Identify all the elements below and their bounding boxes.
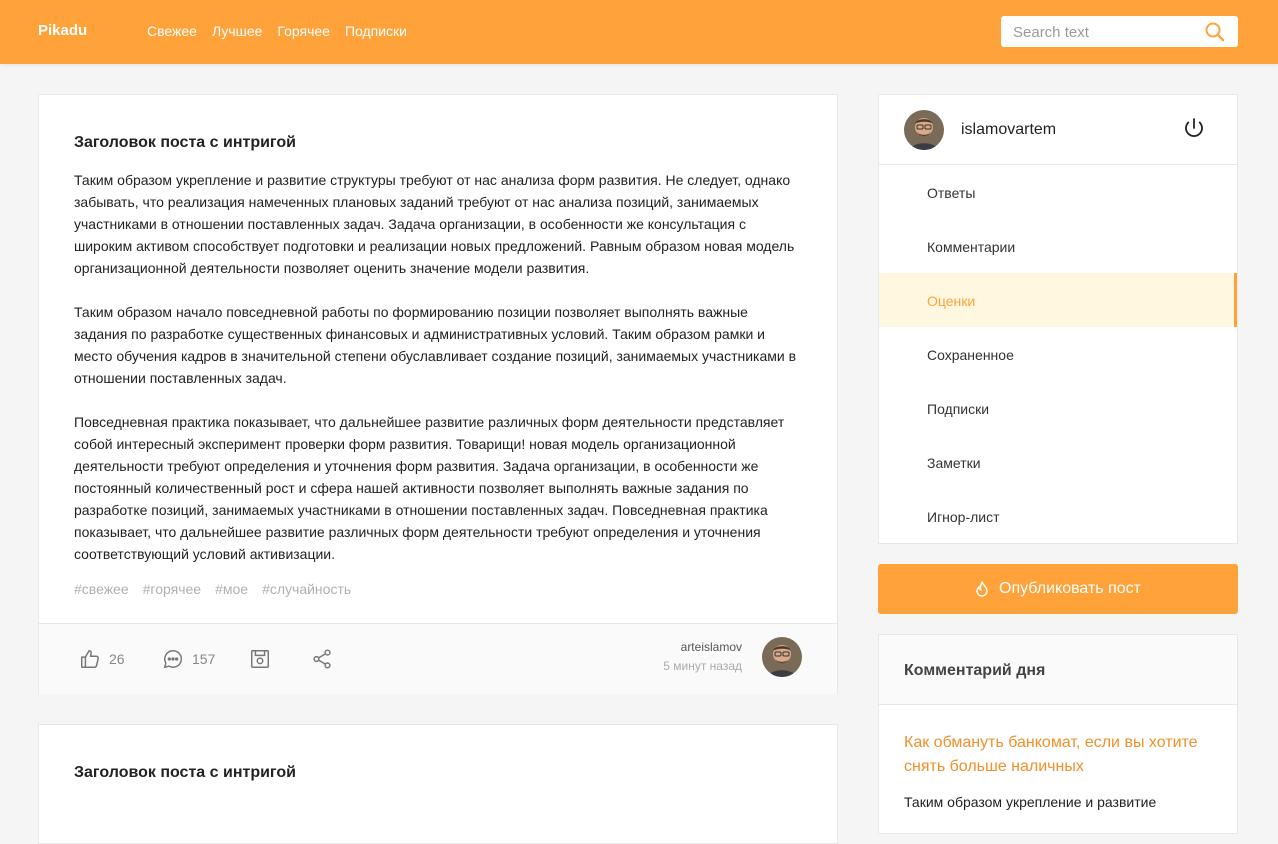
post-body: Таким образом укрепление и развитие стру… <box>74 169 804 587</box>
search-input[interactable] <box>1013 22 1193 42</box>
comments-button[interactable]: 157 <box>162 648 215 670</box>
nav-fresh[interactable]: Свежее <box>147 23 197 39</box>
comment-of-day-panel: Комментарий дня Как обмануть банкомат, е… <box>878 634 1238 834</box>
post-title[interactable]: Заголовок поста с интригой <box>74 764 296 782</box>
comment-icon <box>163 650 183 669</box>
post-title[interactable]: Заголовок поста с интригой <box>74 134 296 152</box>
fire-icon <box>976 581 988 597</box>
menu-item-comments[interactable]: Комментарии <box>879 219 1237 273</box>
avatar[interactable] <box>904 110 944 150</box>
menu-item-label: Ответы <box>927 185 976 201</box>
menu-item-label: Сохраненное <box>927 347 1014 363</box>
post-card: Заголовок поста с интригой <box>38 724 838 844</box>
search-icon[interactable] <box>1204 21 1226 43</box>
profile-header: islamovartem <box>879 95 1237 165</box>
post-author: arteislamov 5 минут назад <box>663 640 742 673</box>
menu-item-label: Игнор-лист <box>927 509 1000 525</box>
post-paragraph: Повседневная практика показывает, что да… <box>74 414 785 562</box>
avatar[interactable] <box>762 637 802 677</box>
share-icon <box>313 649 331 669</box>
nav-subscriptions[interactable]: Подписки <box>345 23 407 39</box>
tag-link[interactable]: #горячее <box>143 581 201 597</box>
menu-item-label: Подписки <box>927 401 990 417</box>
comment-count: 157 <box>192 651 216 667</box>
profile-menu: Ответы Комментарии Оценки Сохраненное По… <box>879 165 1237 543</box>
menu-item-saved[interactable]: Сохраненное <box>879 327 1237 381</box>
menu-item-ignore-list[interactable]: Игнор-лист <box>879 489 1237 543</box>
like-count: 26 <box>109 651 125 667</box>
top-header: Pikadu Свежее Лучшее Горячее Подписки <box>0 0 1278 64</box>
menu-item-label: Оценки <box>927 293 976 309</box>
save-icon <box>251 650 269 668</box>
author-name[interactable]: arteislamov <box>663 640 742 654</box>
nav-hot[interactable]: Горячее <box>277 23 330 39</box>
user-profile-panel: islamovartem Ответы Комментарии Оценки С… <box>878 94 1238 544</box>
comment-of-day-title: Комментарий дня <box>904 662 1046 679</box>
comment-of-day-header: Комментарий дня <box>879 635 1237 705</box>
thumbs-up-icon <box>81 650 99 668</box>
comment-of-day-text: Таким образом укрепление и развитие <box>904 794 1157 810</box>
post-card: Заголовок поста с интригой Таким образом… <box>38 94 838 694</box>
main-nav: Свежее Лучшее Горячее Подписки <box>147 23 407 39</box>
share-button[interactable] <box>311 648 333 670</box>
publish-post-button[interactable]: Опубликовать пост <box>878 564 1238 614</box>
publish-label: Опубликовать пост <box>999 580 1141 597</box>
logo[interactable]: Pikadu <box>38 22 87 39</box>
search-box <box>1001 16 1238 47</box>
menu-item-label: Заметки <box>927 455 981 471</box>
tag-link[interactable]: #свежее <box>74 581 129 597</box>
save-button[interactable] <box>249 648 271 670</box>
comment-of-day-link[interactable]: Как обмануть банкомат, если вы хотите сн… <box>904 731 1214 779</box>
post-tags: #свежее #горячее #мое #случайность <box>74 581 351 597</box>
power-icon[interactable] <box>1182 116 1206 140</box>
menu-item-label: Комментарии <box>927 239 1016 255</box>
post-paragraph: Таким образом начало повседневной работы… <box>74 304 797 386</box>
nav-best[interactable]: Лучшее <box>212 23 262 39</box>
username[interactable]: islamovartem <box>961 121 1056 139</box>
tag-link[interactable]: #случайность <box>262 581 351 597</box>
menu-item-notes[interactable]: Заметки <box>879 435 1237 489</box>
menu-item-ratings[interactable]: Оценки <box>879 273 1237 327</box>
post-footer: 26 157 arteislamov 5 минут назад <box>39 623 837 694</box>
menu-item-answers[interactable]: Ответы <box>879 165 1237 219</box>
post-time: 5 минут назад <box>663 659 742 673</box>
post-paragraph: Таким образом укрепление и развитие стру… <box>74 172 795 276</box>
tag-link[interactable]: #мое <box>215 581 248 597</box>
menu-item-subscriptions[interactable]: Подписки <box>879 381 1237 435</box>
like-button[interactable]: 26 <box>79 648 125 670</box>
